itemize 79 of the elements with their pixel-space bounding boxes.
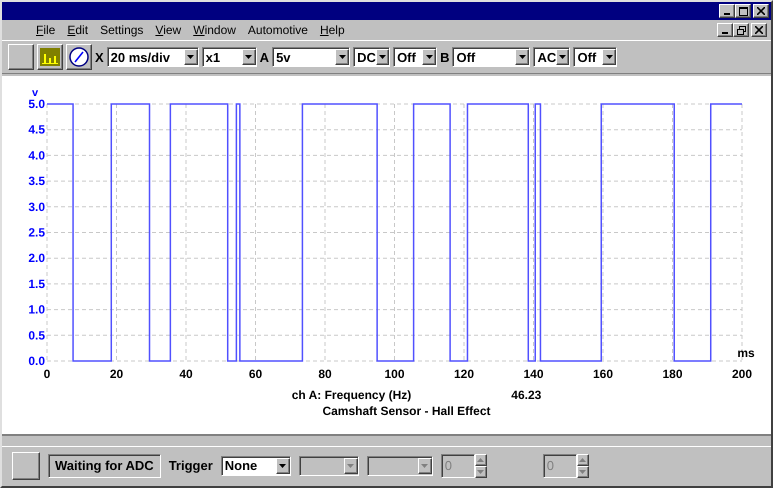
down-caret-icon bbox=[579, 470, 586, 474]
tick-label: 200 bbox=[732, 367, 752, 381]
axis-title: v bbox=[32, 87, 38, 99]
tick-label: 120 bbox=[454, 367, 474, 381]
down-caret-icon bbox=[477, 470, 484, 474]
minimize-button[interactable] bbox=[717, 23, 733, 37]
tick-label: 3.0 bbox=[28, 200, 45, 214]
status-panel: Waiting for ADC bbox=[48, 454, 161, 478]
tick-label: 100 bbox=[384, 367, 405, 381]
tick-label: 4.0 bbox=[28, 148, 45, 162]
dropdown[interactable]: AC bbox=[533, 47, 570, 67]
caret-icon bbox=[426, 55, 433, 59]
tick-label: 1.0 bbox=[28, 302, 45, 317]
channel-label: Trigger bbox=[168, 458, 213, 473]
measurement-value: 46.23 bbox=[511, 388, 542, 402]
tick-label: 80 bbox=[318, 367, 332, 381]
close-button[interactable] bbox=[751, 23, 767, 37]
channel-label: B bbox=[440, 50, 450, 64]
tick-label: 2.5 bbox=[28, 226, 45, 240]
maximize-button[interactable] bbox=[735, 4, 751, 18]
measurement-label: ch A: Frequency (Hz) bbox=[292, 388, 412, 402]
tick-label: 0.0 bbox=[28, 354, 45, 368]
caret-icon bbox=[347, 464, 354, 468]
blank-button[interactable] bbox=[8, 44, 34, 70]
tick-label: 5.0 bbox=[28, 97, 45, 111]
menu-item[interactable]: Settings bbox=[94, 23, 150, 37]
blank-button[interactable] bbox=[12, 452, 40, 480]
caret-icon bbox=[187, 55, 194, 59]
caret-icon bbox=[338, 55, 346, 59]
dropdown[interactable]: DC bbox=[353, 47, 390, 67]
tick-label: 140 bbox=[523, 367, 544, 381]
menu-item[interactable]: Help bbox=[314, 23, 351, 37]
dropdown[interactable]: None bbox=[220, 456, 291, 476]
bar-chart-icon bbox=[40, 48, 60, 66]
chart-caption: Camshaft Sensor - Hall Effect bbox=[322, 404, 491, 418]
up-caret-icon bbox=[477, 458, 484, 462]
dropdown[interactable]: Off bbox=[393, 47, 438, 67]
maximize-icon bbox=[738, 6, 748, 16]
dropdown[interactable]: 20 ms/div bbox=[106, 47, 199, 67]
close-icon bbox=[755, 26, 763, 34]
close-button[interactable] bbox=[753, 4, 769, 18]
minimize-button[interactable] bbox=[719, 4, 735, 18]
caret-icon bbox=[518, 55, 526, 59]
tick-label: 4.5 bbox=[28, 122, 45, 137]
tick-label: 1.5 bbox=[28, 276, 45, 291]
chart-button[interactable] bbox=[37, 44, 63, 70]
tick-label: 20 bbox=[110, 367, 124, 381]
dropdown[interactable]: x1 bbox=[202, 47, 257, 67]
menu-item[interactable]: View bbox=[149, 23, 188, 37]
channel-label: X bbox=[95, 50, 104, 64]
caret-icon bbox=[606, 55, 613, 59]
close-icon bbox=[757, 7, 765, 15]
tick-label: 60 bbox=[248, 367, 262, 381]
channel-label: A bbox=[260, 50, 270, 64]
dropdown[interactable]: Off bbox=[452, 47, 530, 67]
axis-title: ms bbox=[737, 346, 755, 360]
restore-icon bbox=[736, 26, 746, 34]
menu-item[interactable]: Automotive bbox=[242, 23, 314, 37]
caret-icon bbox=[279, 464, 286, 468]
tick-label: 40 bbox=[179, 367, 193, 381]
caret-icon bbox=[245, 55, 252, 59]
tick-label: 0 bbox=[44, 367, 50, 381]
tick-label: 2.0 bbox=[28, 251, 45, 266]
up-caret-icon bbox=[579, 458, 586, 462]
caret-icon bbox=[421, 464, 428, 468]
menu-item[interactable]: File bbox=[30, 23, 62, 37]
menu-item[interactable]: Window bbox=[187, 23, 242, 37]
restore-button[interactable] bbox=[733, 23, 749, 37]
tick-label: 0.5 bbox=[28, 328, 45, 342]
tick-label: 180 bbox=[662, 367, 683, 381]
caret-icon bbox=[559, 55, 566, 59]
tick-label: 160 bbox=[592, 367, 614, 381]
caret-icon bbox=[378, 55, 386, 59]
dropdown[interactable]: 5v bbox=[272, 47, 350, 67]
tick-label: 3.5 bbox=[28, 174, 45, 188]
gauge-button[interactable] bbox=[66, 44, 92, 70]
menu-item[interactable]: Edit bbox=[61, 23, 94, 37]
dropdown[interactable]: Off bbox=[573, 47, 618, 67]
gauge-icon bbox=[69, 47, 89, 67]
